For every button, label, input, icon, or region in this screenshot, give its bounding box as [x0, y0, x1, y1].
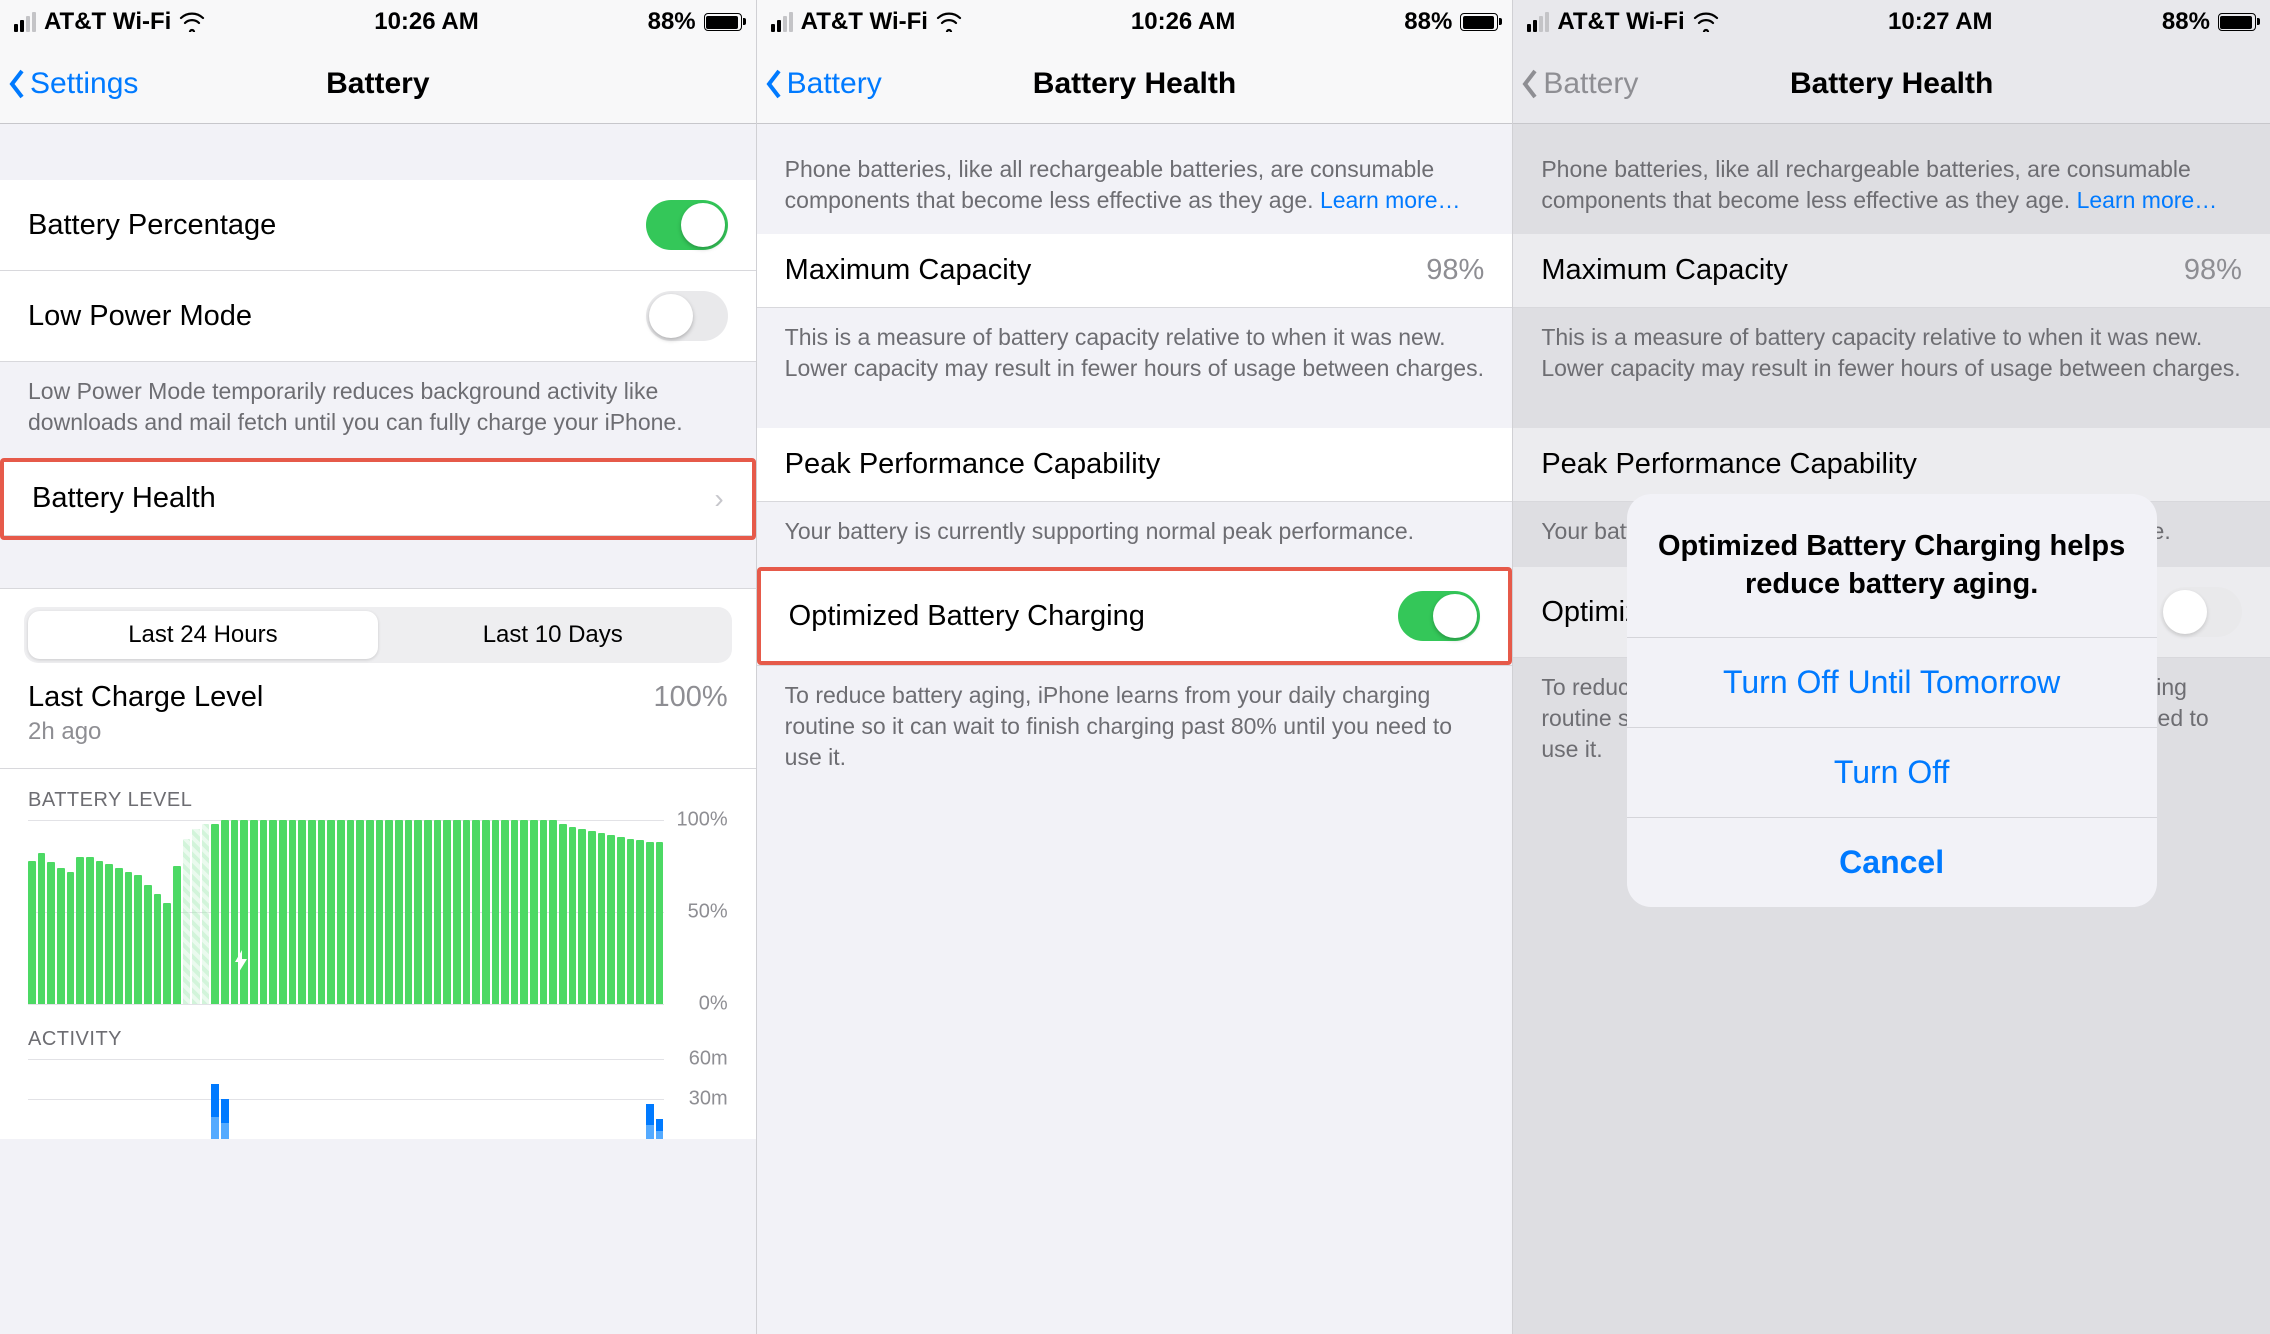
cell-label: Peak Performance Capability	[785, 448, 1161, 481]
status-time: 10:26 AM	[374, 8, 478, 36]
turn-off-tomorrow-button[interactable]: Turn Off Until Tomorrow	[1627, 638, 2157, 728]
cell-label: Battery Percentage	[28, 209, 276, 242]
y-label: 30m	[670, 1088, 728, 1111]
peak-performance-row: Peak Performance Capability	[1513, 428, 2270, 502]
nav-title: Battery Health	[1033, 67, 1236, 101]
wifi-icon	[179, 12, 205, 32]
status-time: 10:26 AM	[1131, 8, 1235, 36]
max-capacity-row: Maximum Capacity 98%	[1513, 234, 2270, 308]
cancel-button[interactable]: Cancel	[1627, 818, 2157, 907]
optimized-charging-row: Optimized Battery Charging	[761, 571, 1509, 661]
nav-bar: Settings Battery	[0, 44, 756, 124]
signal-icon	[1527, 12, 1549, 32]
low-power-switch[interactable]	[646, 291, 728, 341]
back-button[interactable]: Battery	[765, 67, 882, 101]
y-label: 50%	[670, 901, 728, 924]
chevron-left-icon	[765, 69, 783, 99]
battery-icon	[2218, 13, 2256, 31]
max-capacity-value: 98%	[1426, 254, 1484, 287]
carrier-label: AT&T Wi-Fi	[1557, 8, 1684, 36]
action-sheet: Optimized Battery Charging helps reduce …	[1627, 494, 2157, 907]
signal-icon	[14, 12, 36, 32]
status-bar: AT&T Wi-Fi 10:27 AM 88%	[1513, 0, 2270, 44]
segment-24h[interactable]: Last 24 Hours	[28, 611, 378, 659]
cell-label: Peak Performance Capability	[1541, 448, 1917, 481]
chevron-left-icon	[8, 69, 26, 99]
last-charge-label: Last Charge Level	[28, 681, 263, 714]
battery-icon	[704, 13, 742, 31]
battery-percentage-row: Battery Percentage	[0, 180, 756, 271]
battery-health-screen: AT&T Wi-Fi 10:26 AM 88% Battery Battery …	[757, 0, 1514, 1334]
max-capacity-footer: This is a measure of battery capacity re…	[757, 308, 1513, 404]
nav-bar: Battery Battery Health	[757, 44, 1513, 124]
back-button[interactable]: Settings	[8, 67, 138, 101]
back-label: Settings	[30, 67, 138, 101]
chart-title: BATTERY LEVEL	[28, 789, 728, 812]
chevron-right-icon: ›	[714, 483, 723, 515]
battery-level-chart-block: BATTERY LEVEL 100% 50% 0% ACTIVITY 60m 3…	[0, 769, 756, 1139]
cell-label: Maximum Capacity	[1541, 254, 1788, 287]
peak-performance-row: Peak Performance Capability	[757, 428, 1513, 502]
carrier-label: AT&T Wi-Fi	[801, 8, 928, 36]
low-power-row: Low Power Mode	[0, 271, 756, 362]
last-charge-pct: 100%	[653, 681, 727, 714]
back-label: Battery	[1543, 67, 1638, 101]
cell-label: Optimized Battery Charging	[789, 600, 1145, 633]
y-label: 0%	[670, 993, 728, 1016]
y-label: 60m	[670, 1048, 728, 1071]
back-button: Battery	[1521, 67, 1638, 101]
nav-title: Battery	[326, 67, 429, 101]
status-bar: AT&T Wi-Fi 10:26 AM 88%	[757, 0, 1513, 44]
chart-title: ACTIVITY	[28, 1028, 728, 1051]
header-text: Phone batteries, like all rechargeable b…	[757, 124, 1513, 234]
nav-bar: Battery Battery Health	[1513, 44, 2270, 124]
sheet-title: Optimized Battery Charging helps reduce …	[1627, 494, 2157, 638]
battery-percentage-switch[interactable]	[646, 200, 728, 250]
y-label: 100%	[670, 809, 728, 832]
optimized-charging-switch[interactable]	[1398, 591, 1480, 641]
optimized-charging-switch	[2160, 587, 2242, 637]
activity-chart: 60m 30m	[28, 1059, 728, 1139]
opt-footer: To reduce battery aging, iPhone learns f…	[757, 665, 1513, 793]
battery-icon	[1460, 13, 1498, 31]
max-capacity-value: 98%	[2184, 254, 2242, 287]
time-range-segment[interactable]: Last 24 Hours Last 10 Days	[24, 607, 732, 663]
carrier-label: AT&T Wi-Fi	[44, 8, 171, 36]
max-capacity-footer: This is a measure of battery capacity re…	[1513, 308, 2270, 404]
last-charge-row: Last Charge Level 2h ago 100%	[0, 663, 756, 769]
battery-settings-screen: AT&T Wi-Fi 10:26 AM 88% Settings Battery…	[0, 0, 757, 1334]
back-label: Battery	[787, 67, 882, 101]
signal-icon	[771, 12, 793, 32]
segmented-control-wrap: Last 24 Hours Last 10 Days	[0, 588, 756, 663]
status-time: 10:27 AM	[1888, 8, 1992, 36]
status-bar: AT&T Wi-Fi 10:26 AM 88%	[0, 0, 756, 44]
battery-percent-label: 88%	[648, 8, 696, 36]
cell-label: Low Power Mode	[28, 300, 252, 333]
peak-footer: Your battery is currently supporting nor…	[757, 502, 1513, 567]
last-charge-sub: 2h ago	[28, 718, 263, 746]
battery-level-chart: 100% 50% 0%	[28, 820, 728, 1004]
turn-off-button[interactable]: Turn Off	[1627, 728, 2157, 818]
cell-label: Battery Health	[32, 482, 216, 515]
wifi-icon	[936, 12, 962, 32]
max-capacity-row: Maximum Capacity 98%	[757, 234, 1513, 308]
learn-more-link[interactable]: Learn more…	[1320, 187, 1461, 213]
learn-more-link: Learn more…	[2077, 187, 2218, 213]
battery-health-sheet-screen: AT&T Wi-Fi 10:27 AM 88% Battery Battery …	[1513, 0, 2270, 1334]
wifi-icon	[1693, 12, 1719, 32]
header-text: Phone batteries, like all rechargeable b…	[1513, 124, 2270, 234]
segment-10d[interactable]: Last 10 Days	[378, 611, 728, 659]
highlight-battery-health: Battery Health ›	[0, 458, 756, 540]
battery-percent-label: 88%	[1404, 8, 1452, 36]
low-power-footer: Low Power Mode temporarily reduces backg…	[0, 362, 756, 458]
charging-bolt-icon	[233, 950, 249, 972]
chevron-left-icon	[1521, 69, 1539, 99]
battery-health-row[interactable]: Battery Health ›	[4, 462, 752, 536]
cell-label: Maximum Capacity	[785, 254, 1032, 287]
highlight-optimized-charging: Optimized Battery Charging	[757, 567, 1513, 665]
battery-percent-label: 88%	[2162, 8, 2210, 36]
nav-title: Battery Health	[1790, 67, 1993, 101]
